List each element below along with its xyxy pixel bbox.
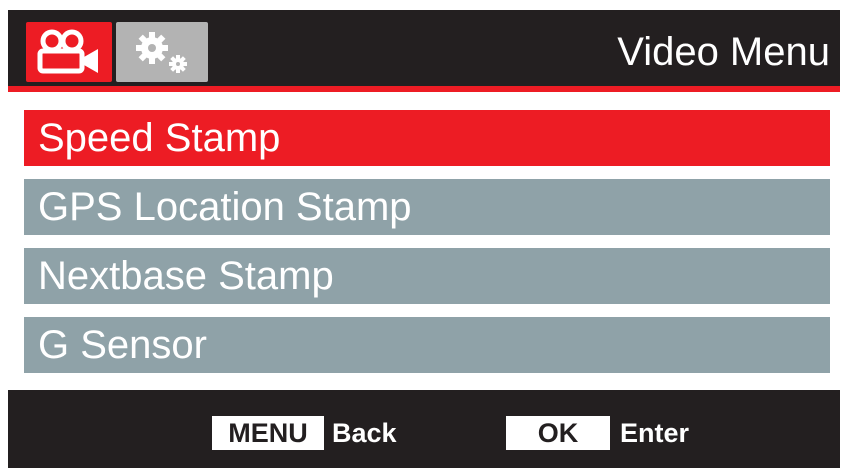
menu-list: Speed Stamp GPS Location Stamp Nextbase … <box>8 92 840 390</box>
video-camera-icon <box>37 29 98 74</box>
tab-video[interactable] <box>26 22 112 82</box>
button-hint-bar: MENU Back OK Enter <box>8 390 840 468</box>
menu-header: Video Menu <box>8 10 840 86</box>
enter-label: Enter <box>620 418 690 448</box>
gears-icon <box>136 32 187 73</box>
menu-key[interactable]: MENU <box>212 416 324 450</box>
back-label: Back <box>332 418 397 448</box>
menu-item-nextbase-stamp[interactable]: Nextbase Stamp <box>24 248 830 304</box>
menu-item-g-sensor[interactable]: G Sensor <box>24 317 830 373</box>
page-title: Video Menu <box>617 30 830 74</box>
tab-settings[interactable] <box>116 22 208 82</box>
ok-key[interactable]: OK <box>506 416 610 450</box>
dashcam-screen: Video Menu Speed Stamp GPS Location Stam… <box>0 0 848 476</box>
menu-item-gps-location-stamp[interactable]: GPS Location Stamp <box>24 179 830 235</box>
menu-item-speed-stamp[interactable]: Speed Stamp <box>24 110 830 166</box>
